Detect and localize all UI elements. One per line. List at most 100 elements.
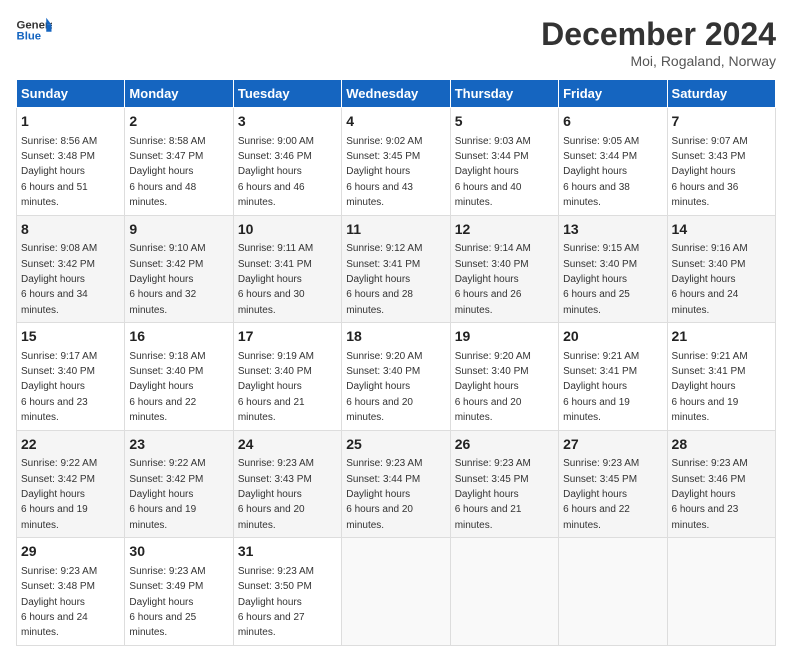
calendar-cell: 23 Sunrise: 9:22 AMSunset: 3:42 PMDayligh… (125, 430, 233, 538)
day-info: Sunrise: 9:22 AMSunset: 3:42 PMDaylight … (21, 458, 97, 531)
weekday-header-tuesday: Tuesday (233, 80, 341, 108)
calendar-week-2: 8Sunrise: 9:08 AMSunset: 3:42 PMDaylight… (17, 215, 776, 323)
day-info: Sunrise: 8:58 AMSunset: 3:47 PMDaylight … (129, 136, 205, 209)
day-number: 24 (238, 435, 337, 455)
weekday-header-monday: Monday (125, 80, 233, 108)
day-info: Sunrise: 9:20 AMSunset: 3:40 PMDaylight … (455, 351, 531, 424)
calendar-cell: 18 Sunrise: 9:20 AMSunset: 3:40 PMDayligh… (342, 323, 450, 431)
calendar-table: SundayMondayTuesdayWednesdayThursdayFrid… (16, 79, 776, 646)
svg-text:Blue: Blue (17, 31, 42, 43)
day-info: Sunrise: 9:23 AMSunset: 3:43 PMDaylight … (238, 458, 314, 531)
calendar-cell: 14 Sunrise: 9:16 AMSunset: 3:40 PMDayligh… (667, 215, 775, 323)
day-number: 21 (672, 327, 771, 347)
day-number: 28 (672, 435, 771, 455)
calendar-cell (667, 538, 775, 646)
weekday-header-thursday: Thursday (450, 80, 558, 108)
calendar-cell: 19 Sunrise: 9:20 AMSunset: 3:40 PMDayligh… (450, 323, 558, 431)
calendar-cell: 6 Sunrise: 9:05 AMSunset: 3:44 PMDaylight… (559, 108, 667, 216)
day-number: 16 (129, 327, 228, 347)
day-number: 5 (455, 112, 554, 132)
weekday-header-friday: Friday (559, 80, 667, 108)
day-number: 27 (563, 435, 662, 455)
day-info: Sunrise: 9:23 AMSunset: 3:45 PMDaylight … (455, 458, 531, 531)
day-number: 23 (129, 435, 228, 455)
calendar-cell: 21Sunrise: 9:21 AMSunset: 3:41 PMDayligh… (667, 323, 775, 431)
day-number: 17 (238, 327, 337, 347)
day-info: Sunrise: 9:03 AMSunset: 3:44 PMDaylight … (455, 136, 531, 209)
calendar-cell: 20Sunrise: 9:21 AMSunset: 3:41 PMDayligh… (559, 323, 667, 431)
day-number: 7 (672, 112, 771, 132)
logo-icon: General Blue (16, 16, 52, 44)
calendar-cell: 5 Sunrise: 9:03 AMSunset: 3:44 PMDaylight… (450, 108, 558, 216)
page-subtitle: Moi, Rogaland, Norway (541, 53, 776, 69)
calendar-cell (559, 538, 667, 646)
calendar-cell: 27 Sunrise: 9:23 AMSunset: 3:45 PMDayligh… (559, 430, 667, 538)
day-number: 13 (563, 220, 662, 240)
day-number: 29 (21, 542, 120, 562)
weekday-header-wednesday: Wednesday (342, 80, 450, 108)
day-number: 19 (455, 327, 554, 347)
day-info: Sunrise: 9:07 AMSunset: 3:43 PMDaylight … (672, 136, 748, 209)
calendar-cell: 31 Sunrise: 9:23 AMSunset: 3:50 PMDayligh… (233, 538, 341, 646)
day-info: Sunrise: 9:00 AMSunset: 3:46 PMDaylight … (238, 136, 314, 209)
calendar-cell: 13 Sunrise: 9:15 AMSunset: 3:40 PMDayligh… (559, 215, 667, 323)
day-info: Sunrise: 9:19 AMSunset: 3:40 PMDaylight … (238, 351, 314, 424)
calendar-cell: 1 Sunrise: 8:56 AMSunset: 3:48 PMDaylight… (17, 108, 125, 216)
day-number: 30 (129, 542, 228, 562)
day-info: Sunrise: 9:15 AMSunset: 3:40 PMDaylight … (563, 243, 639, 316)
calendar-cell: 3 Sunrise: 9:00 AMSunset: 3:46 PMDaylight… (233, 108, 341, 216)
day-info: Sunrise: 9:23 AMSunset: 3:50 PMDaylight … (238, 566, 314, 639)
day-number: 1 (21, 112, 120, 132)
day-number: 12 (455, 220, 554, 240)
calendar-cell: 26 Sunrise: 9:23 AMSunset: 3:45 PMDayligh… (450, 430, 558, 538)
calendar-cell: 12 Sunrise: 9:14 AMSunset: 3:40 PMDayligh… (450, 215, 558, 323)
calendar-cell: 10Sunrise: 9:11 AMSunset: 3:41 PMDayligh… (233, 215, 341, 323)
day-number: 3 (238, 112, 337, 132)
calendar-cell: 24 Sunrise: 9:23 AMSunset: 3:43 PMDayligh… (233, 430, 341, 538)
day-info: Sunrise: 9:16 AMSunset: 3:40 PMDaylight … (672, 243, 748, 316)
day-info: Sunrise: 9:23 AMSunset: 3:48 PMDaylight … (21, 566, 97, 639)
calendar-cell: 11Sunrise: 9:12 AMSunset: 3:41 PMDayligh… (342, 215, 450, 323)
day-number: 6 (563, 112, 662, 132)
logo: General Blue (16, 16, 52, 44)
day-info: Sunrise: 9:20 AMSunset: 3:40 PMDaylight … (346, 351, 422, 424)
calendar-week-3: 15 Sunrise: 9:17 AMSunset: 3:40 PMDayligh… (17, 323, 776, 431)
day-info: Sunrise: 8:56 AMSunset: 3:48 PMDaylight … (21, 136, 97, 209)
day-number: 15 (21, 327, 120, 347)
day-number: 14 (672, 220, 771, 240)
day-number: 9 (129, 220, 228, 240)
day-info: Sunrise: 9:22 AMSunset: 3:42 PMDaylight … (129, 458, 205, 531)
calendar-cell: 7 Sunrise: 9:07 AMSunset: 3:43 PMDaylight… (667, 108, 775, 216)
day-number: 18 (346, 327, 445, 347)
calendar-cell (342, 538, 450, 646)
calendar-cell (450, 538, 558, 646)
calendar-cell: 29 Sunrise: 9:23 AMSunset: 3:48 PMDayligh… (17, 538, 125, 646)
day-info: Sunrise: 9:23 AMSunset: 3:46 PMDaylight … (672, 458, 748, 531)
weekday-header-row: SundayMondayTuesdayWednesdayThursdayFrid… (17, 80, 776, 108)
day-info: Sunrise: 9:14 AMSunset: 3:40 PMDaylight … (455, 243, 531, 316)
day-number: 22 (21, 435, 120, 455)
day-info: Sunrise: 9:23 AMSunset: 3:45 PMDaylight … (563, 458, 639, 531)
day-number: 8 (21, 220, 120, 240)
day-info: Sunrise: 9:10 AMSunset: 3:42 PMDaylight … (129, 243, 205, 316)
day-number: 20 (563, 327, 662, 347)
day-number: 31 (238, 542, 337, 562)
day-number: 26 (455, 435, 554, 455)
calendar-cell: 15 Sunrise: 9:17 AMSunset: 3:40 PMDayligh… (17, 323, 125, 431)
page-title: December 2024 (541, 16, 776, 53)
calendar-cell: 4Sunrise: 9:02 AMSunset: 3:45 PMDaylight… (342, 108, 450, 216)
day-info: Sunrise: 9:17 AMSunset: 3:40 PMDaylight … (21, 351, 97, 424)
weekday-header-sunday: Sunday (17, 80, 125, 108)
day-number: 11 (346, 220, 445, 240)
calendar-cell: 9 Sunrise: 9:10 AMSunset: 3:42 PMDaylight… (125, 215, 233, 323)
day-info: Sunrise: 9:05 AMSunset: 3:44 PMDaylight … (563, 136, 639, 209)
calendar-week-5: 29 Sunrise: 9:23 AMSunset: 3:48 PMDayligh… (17, 538, 776, 646)
day-number: 2 (129, 112, 228, 132)
weekday-header-saturday: Saturday (667, 80, 775, 108)
day-number: 10 (238, 220, 337, 240)
page-header: General Blue December 2024 Moi, Rogaland… (16, 16, 776, 69)
calendar-cell: 17 Sunrise: 9:19 AMSunset: 3:40 PMDayligh… (233, 323, 341, 431)
day-info: Sunrise: 9:02 AMSunset: 3:45 PMDaylight … (346, 136, 422, 209)
calendar-cell: 22 Sunrise: 9:22 AMSunset: 3:42 PMDayligh… (17, 430, 125, 538)
day-info: Sunrise: 9:23 AMSunset: 3:49 PMDaylight … (129, 566, 205, 639)
